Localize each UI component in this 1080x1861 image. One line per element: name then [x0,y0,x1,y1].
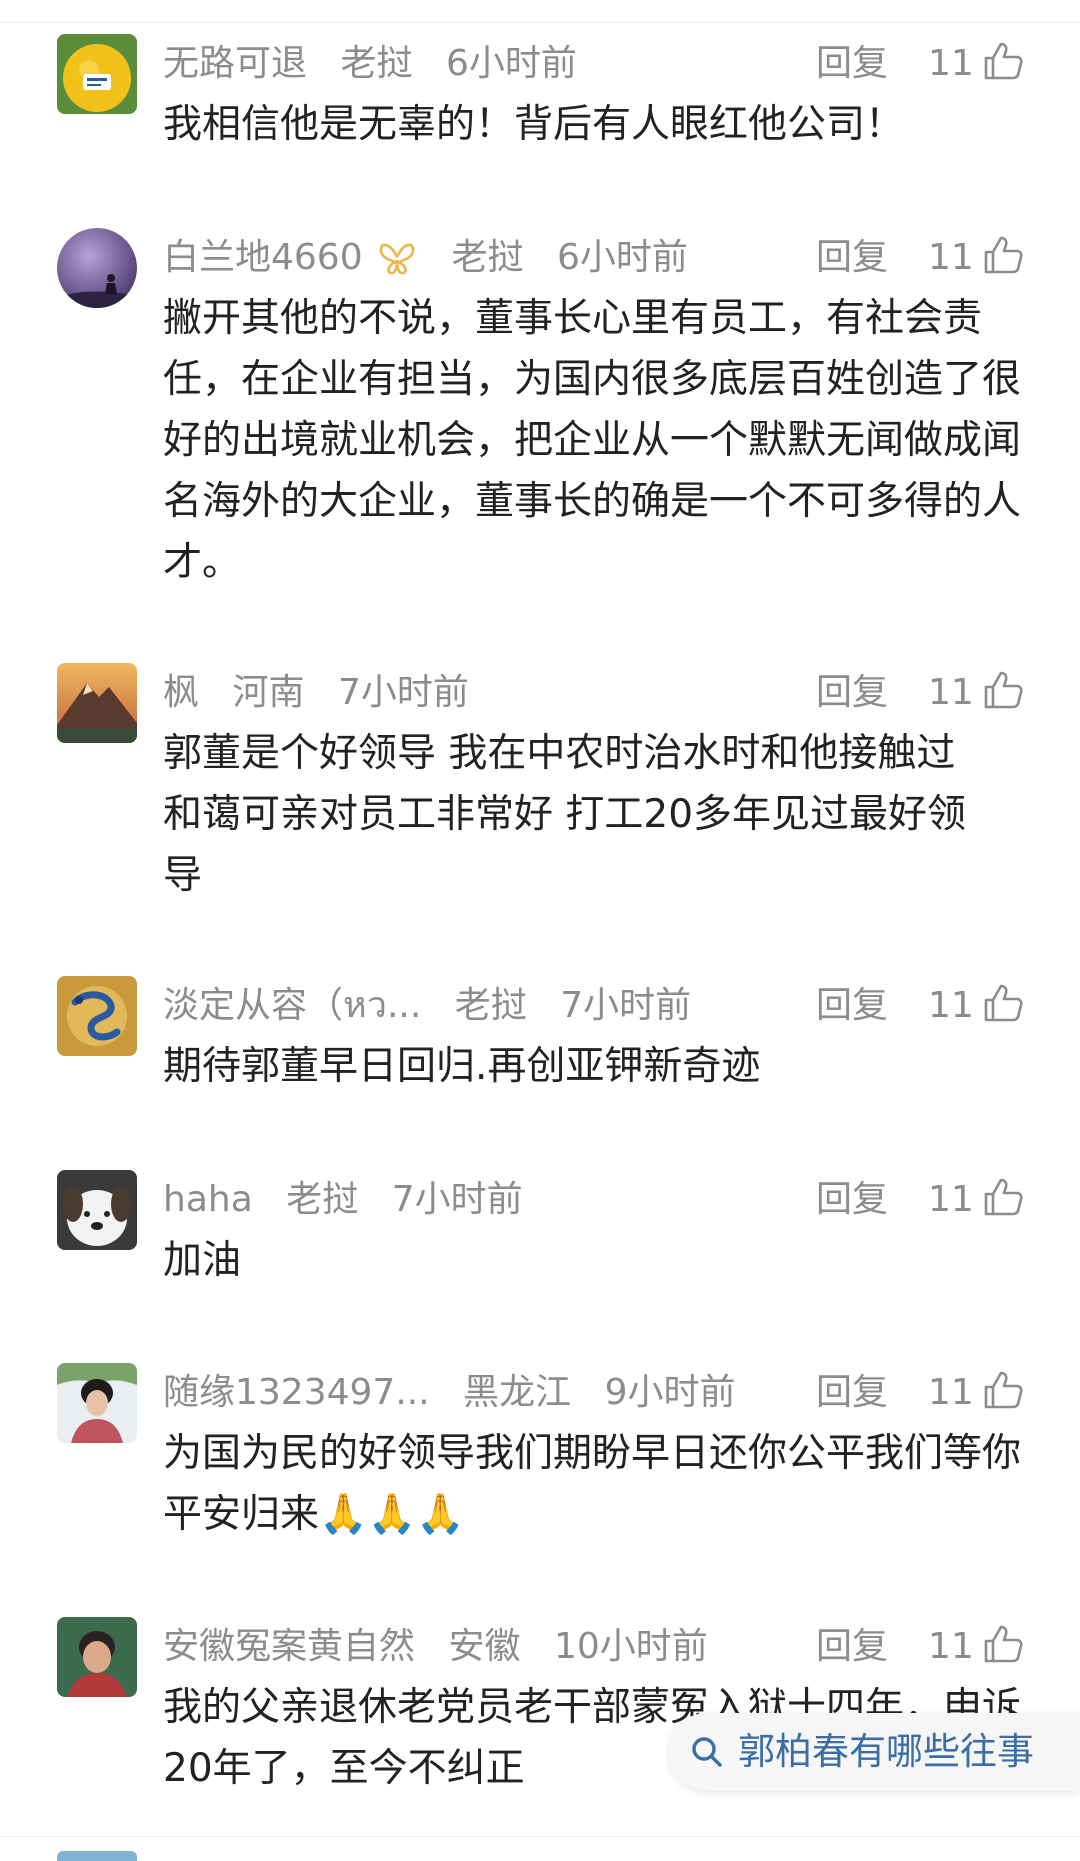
reply-button[interactable]: 回复 [816,1363,888,1423]
comment-meta: 枫 河南 7小时前 [163,663,469,723]
puppy-avatar[interactable] [57,1170,137,1250]
like-count: 11 [928,43,974,84]
woman-portrait-avatar[interactable] [57,1363,137,1443]
thumbs-up-icon[interactable] [982,1176,1024,1218]
timestamp: 9小时前 [604,1372,736,1413]
location: 黑龙江 [463,1372,572,1413]
comment-text: 我相信他是无辜的！背后有人眼红他公司！ [163,102,905,147]
username[interactable]: 淡定从容（หว... [163,976,421,1036]
like-count: 11 [928,985,974,1026]
comment-text: 期待郭董早日回归.再创亚钾新奇迹 [163,1044,761,1089]
butterfly-badge-icon [379,243,415,275]
thumbs-up-icon[interactable] [982,1623,1024,1665]
location: 老挝 [340,43,413,84]
search-suggestion-label: 郭柏春有哪些往事 [738,1730,1034,1773]
like-count: 11 [928,672,974,713]
elderly-woman-avatar[interactable] [57,1617,137,1697]
orange-fruit-avatar[interactable] [57,34,137,114]
username[interactable]: 无路可退 [163,34,307,94]
comment-meta: 安徽冤案黄自然 安徽 10小时前 [163,1617,708,1677]
next-comment-avatar [57,1851,137,1861]
reply-button[interactable]: 回复 [816,976,888,1036]
bottom-divider [0,1836,1080,1837]
timestamp: 7小时前 [337,672,469,713]
reply-button[interactable]: 回复 [816,1170,888,1230]
like-count: 11 [928,1626,974,1667]
mountain-sunset-avatar[interactable] [57,663,137,743]
like-count: 11 [928,1179,974,1220]
comment-meta: haha 老挝 7小时前 [163,1170,523,1230]
thumbs-up-icon[interactable] [982,669,1024,711]
thumbs-up-icon[interactable] [982,234,1024,276]
timestamp: 6小时前 [557,237,688,278]
reply-button[interactable]: 回复 [816,228,888,288]
comment-text: 为国为民的好领导我们期盼早日还你公平我们等你平安归来🙏🙏🙏 [163,1431,1022,1537]
top-divider [0,22,1080,23]
thumbs-up-icon[interactable] [982,1369,1024,1411]
reply-button[interactable]: 回复 [816,1617,888,1677]
purple-silhouette-avatar[interactable] [57,228,137,308]
location: 安徽 [448,1626,521,1667]
comment-meta: 无路可退 老挝 6小时前 [163,34,577,94]
comment-text: 加油 [163,1238,242,1283]
blue-dragon-avatar[interactable] [57,976,137,1056]
thumbs-up-icon[interactable] [982,40,1024,82]
comment-text: 郭董是个好领导 我在中农时治水时和他接触过 和蔼可亲对员工非常好 打工20多年见… [163,731,967,898]
search-icon [692,1737,722,1767]
thumbs-up-icon[interactable] [982,982,1024,1024]
like-count: 11 [928,237,974,278]
reply-button[interactable]: 回复 [816,663,888,723]
comment-meta: 随缘1323497... 黑龙江 9小时前 [163,1363,736,1423]
timestamp: 7小时前 [391,1179,523,1220]
username[interactable]: 随缘1323497... [163,1363,430,1423]
like-count: 11 [928,1372,974,1413]
timestamp: 10小时前 [553,1626,708,1667]
username[interactable]: 白兰地4660 [163,228,363,288]
location: 老挝 [451,237,524,278]
location: 老挝 [454,985,527,1026]
reply-button[interactable]: 回复 [816,34,888,94]
search-suggestion-button[interactable]: 郭柏春有哪些往事 [668,1713,1080,1791]
location: 老挝 [286,1179,359,1220]
timestamp: 7小时前 [560,985,692,1026]
comment-meta: 白兰地4660 老挝 6小时前 [163,228,688,288]
timestamp: 6小时前 [445,43,577,84]
username[interactable]: 枫 [163,663,199,723]
location: 河南 [232,672,305,713]
username[interactable]: haha [163,1170,253,1230]
comment-meta: 淡定从容（หว... 老挝 7小时前 [163,976,691,1036]
comment-text: 撇开其他的不说，董事长心里有员工，有社会责任，在企业有担当，为国内很多底层百姓创… [163,296,1022,585]
username[interactable]: 安徽冤案黄自然 [163,1617,415,1677]
